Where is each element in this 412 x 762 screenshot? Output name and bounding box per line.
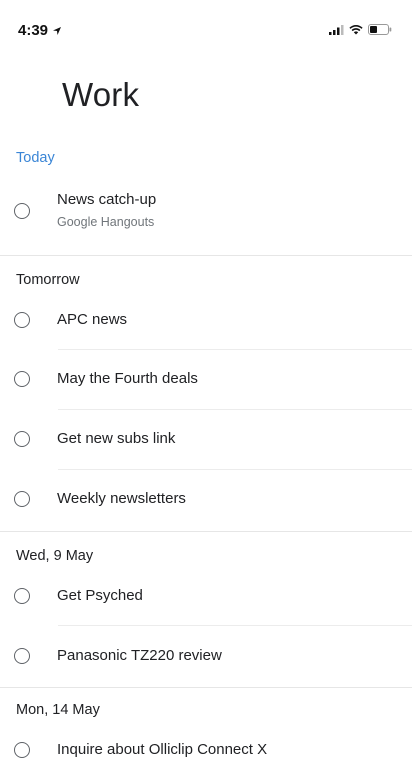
status-time-container: 4:39 — [18, 22, 62, 39]
wifi-icon — [349, 24, 363, 34]
task-checkbox[interactable] — [14, 742, 30, 758]
task-row[interactable]: APC news — [0, 292, 412, 350]
cellular-signal-icon — [329, 24, 344, 35]
section-header-wed-9-may: Wed, 9 May — [16, 548, 94, 564]
section-header-today: Today — [16, 150, 55, 166]
status-bar: 4:39 — [0, 0, 412, 62]
task-checkbox[interactable] — [14, 648, 30, 664]
task-checkbox[interactable] — [14, 371, 30, 387]
task-checkbox[interactable] — [14, 312, 30, 328]
task-checkbox[interactable] — [14, 203, 30, 219]
task-row[interactable]: Get new subs link — [0, 410, 412, 470]
section-header-tomorrow: Tomorrow — [16, 272, 80, 288]
task-title: News catch-up — [57, 191, 157, 208]
task-row[interactable]: Inquire about Olliclip Connect X — [0, 722, 412, 762]
task-row[interactable]: Get Psyched — [0, 568, 412, 626]
task-title: Weekly newsletters — [57, 490, 186, 507]
task-title: Get new subs link — [57, 430, 176, 447]
task-title: APC news — [57, 311, 128, 328]
task-title: Inquire about Olliclip Connect X — [57, 741, 268, 758]
section-divider — [0, 687, 412, 688]
task-checkbox[interactable] — [14, 588, 30, 604]
task-title: Get Psyched — [57, 587, 143, 604]
task-title: Panasonic TZ220 review — [57, 647, 222, 664]
page-title: Work — [62, 76, 140, 113]
task-subtitle: Google Hangouts — [57, 215, 155, 229]
task-row[interactable]: News catch-up Google Hangouts — [0, 182, 412, 242]
task-row[interactable]: May the Fourth deals — [0, 350, 412, 410]
task-checkbox[interactable] — [14, 431, 30, 447]
section-divider — [0, 531, 412, 532]
section-divider — [0, 255, 412, 256]
battery-icon — [368, 24, 392, 35]
status-time: 4:39 — [18, 22, 49, 39]
task-row[interactable]: Panasonic TZ220 review — [0, 626, 412, 686]
task-row[interactable]: Weekly newsletters — [0, 470, 412, 530]
task-checkbox[interactable] — [14, 491, 30, 507]
status-icons — [329, 24, 392, 35]
section-header-mon-14-may: Mon, 14 May — [16, 702, 100, 718]
task-title: May the Fourth deals — [57, 370, 198, 387]
location-arrow-icon — [53, 26, 62, 35]
